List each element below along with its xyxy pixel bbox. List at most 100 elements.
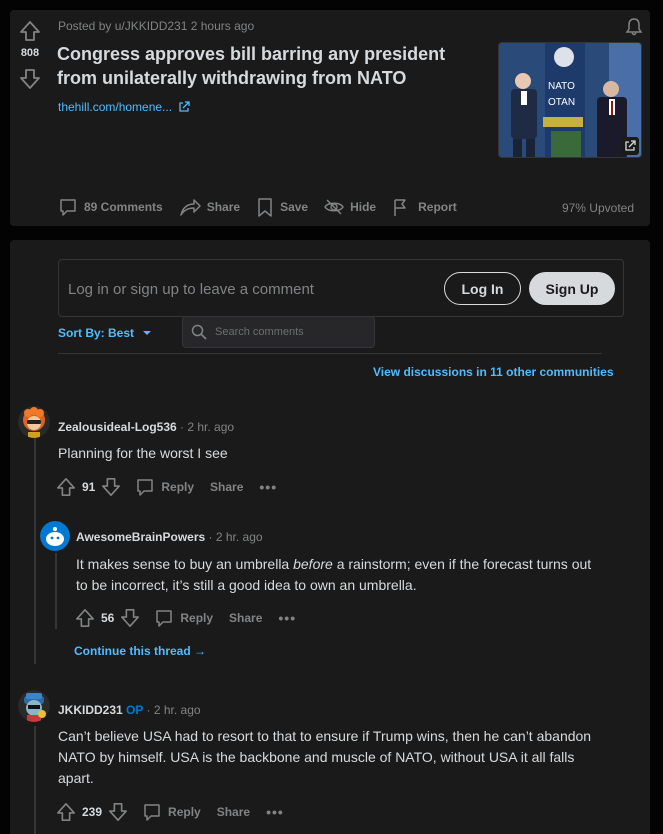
author-name[interactable]: JKKIDD231	[58, 703, 123, 717]
continue-thread-link[interactable]: Continue this thread →	[74, 644, 206, 658]
downvote-icon[interactable]	[19, 68, 41, 90]
comment-body: Planning for the worst I see	[58, 445, 228, 461]
upvote-icon[interactable]	[75, 608, 95, 628]
comment-votes: 91	[56, 477, 121, 497]
op-badge: OP	[126, 703, 144, 717]
thread-line[interactable]	[34, 438, 36, 664]
downvote-icon[interactable]	[101, 477, 121, 497]
view-discussions-link[interactable]: View discussions in 11 other communities	[373, 365, 614, 379]
comment-prompt: Log in or sign up to leave a comment	[68, 281, 314, 298]
search-icon	[191, 324, 207, 340]
search-comments[interactable]: Search comments	[182, 316, 375, 348]
comment-text: It makes sense to buy an umbrella	[76, 556, 294, 572]
sort-label: Sort By: Best	[58, 326, 135, 340]
comment-score: 56	[101, 611, 115, 625]
comments-label: 89 Comments	[84, 200, 163, 214]
svg-text:NATO: NATO	[548, 81, 575, 92]
comment-votes: 239	[56, 802, 128, 822]
comment-votes: 56	[75, 608, 140, 628]
more-options-icon[interactable]: •••	[278, 610, 296, 626]
post-link[interactable]: thehill.com/homene...	[58, 100, 190, 114]
comment-author[interactable]: JKKIDD231 OP · 2 hr. ago	[58, 703, 201, 717]
comment-author[interactable]: Zealousideal-Log536 · 2 hr. ago	[58, 420, 234, 434]
downvote-icon[interactable]	[120, 608, 140, 628]
comment-actions: 56 Reply Share •••	[75, 606, 296, 630]
comment-icon	[156, 610, 173, 627]
post-thumbnail[interactable]: NATO OTAN	[498, 42, 642, 158]
comment-login-box: Log in or sign up to leave a comment Log…	[58, 259, 624, 317]
share-label: Share	[210, 480, 244, 494]
post-actions: 89 Comments Share Save Hide Report	[58, 196, 473, 218]
login-button[interactable]: Log In	[444, 272, 521, 305]
reply-button[interactable]: Reply	[135, 477, 194, 497]
reply-button[interactable]: Reply	[142, 802, 201, 822]
upvote-icon[interactable]	[56, 477, 76, 497]
comment-score: 91	[82, 480, 96, 494]
hide-button[interactable]: Hide	[324, 197, 376, 217]
comment-body: Can’t believe USA had to resort to that …	[58, 728, 592, 786]
arrow-right-icon: →	[194, 644, 207, 658]
avatar-image	[40, 521, 70, 551]
comment-icon	[137, 479, 154, 496]
external-link-icon	[625, 140, 636, 151]
divider	[58, 353, 602, 354]
thread-line[interactable]	[55, 553, 57, 629]
posted-by: Posted by u/JKKIDD231 2 hours ago	[58, 19, 255, 33]
author-name[interactable]: AwesomeBrainPowers	[76, 530, 205, 544]
comments-section: Log in or sign up to leave a comment Log…	[10, 240, 650, 834]
open-external-button[interactable]	[621, 137, 639, 155]
reply-label: Reply	[180, 611, 214, 625]
sort-dropdown[interactable]: Sort By: Best	[58, 326, 152, 340]
bell-icon[interactable]	[624, 17, 644, 37]
save-button[interactable]: Save	[256, 197, 308, 217]
continue-thread-label[interactable]: Continue this thread	[74, 644, 191, 658]
comment-icon	[144, 804, 160, 821]
more-options-icon[interactable]: •••	[259, 479, 277, 495]
reply-button[interactable]: Reply	[154, 608, 213, 628]
report-button[interactable]: Report	[392, 197, 457, 217]
reply-label: Reply	[168, 805, 201, 819]
comment-emphasis: before	[293, 556, 333, 572]
reply-label: Reply	[161, 480, 195, 494]
avatar-image	[18, 690, 50, 722]
comment-time: · 2 hr. ago	[180, 420, 235, 434]
author-name[interactable]: Zealousideal-Log536	[58, 420, 177, 434]
avatar[interactable]	[18, 690, 50, 722]
signup-button[interactable]: Sign Up	[529, 272, 615, 305]
avatar[interactable]	[18, 406, 50, 438]
caret-down-icon	[143, 331, 152, 335]
report-label: Report	[418, 200, 457, 214]
external-link-icon	[179, 101, 190, 112]
share-label: Share	[206, 200, 241, 214]
hide-icon	[324, 199, 344, 215]
avatar[interactable]	[40, 521, 70, 551]
post-score: 808	[20, 47, 40, 59]
share-label: Share	[216, 805, 251, 819]
avatar-image	[18, 406, 50, 438]
upvote-icon[interactable]	[19, 20, 41, 42]
upvote-ratio: 97% Upvoted	[561, 201, 634, 215]
downvote-icon[interactable]	[108, 802, 128, 822]
comments-button[interactable]: 89 Comments	[58, 197, 163, 217]
post-link-text[interactable]: thehill.com/homene...	[58, 100, 172, 114]
comment-time: · 2 hr. ago	[208, 530, 263, 544]
comment-actions: 239 Reply Share •••	[56, 800, 284, 824]
post-card: 808 Posted by u/JKKIDD231 2 hours ago Co…	[10, 10, 650, 226]
upvote-icon[interactable]	[56, 802, 76, 822]
share-icon	[179, 199, 201, 216]
post-title[interactable]: Congress approves bill barring any presi…	[57, 42, 487, 90]
svg-text:OTAN: OTAN	[548, 97, 575, 108]
thread-line[interactable]	[34, 726, 36, 834]
save-label: Save	[280, 200, 309, 214]
share-button[interactable]: Share	[217, 805, 250, 819]
more-options-icon[interactable]: •••	[266, 804, 284, 820]
comment-author[interactable]: AwesomeBrainPowers · 2 hr. ago	[76, 530, 263, 544]
share-label: Share	[229, 611, 263, 625]
share-button[interactable]: Share	[229, 611, 262, 625]
hide-label: Hide	[350, 200, 377, 214]
comment-body: It makes sense to buy an umbrella before…	[76, 554, 596, 596]
search-input[interactable]: Search comments	[215, 326, 304, 338]
bookmark-icon	[258, 198, 272, 217]
share-button[interactable]: Share	[179, 197, 240, 217]
share-button[interactable]: Share	[210, 480, 243, 494]
